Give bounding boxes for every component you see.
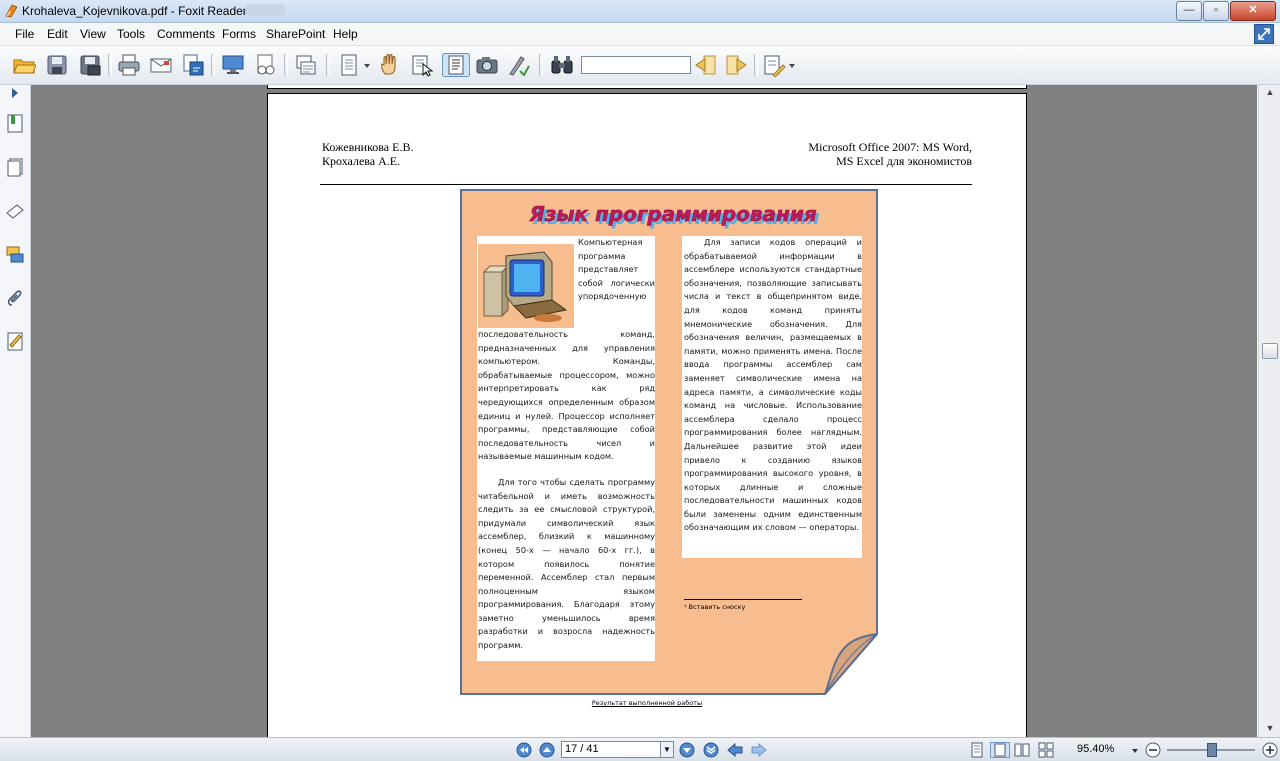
go-forward-icon[interactable] bbox=[751, 742, 767, 758]
figure-caption: Результат выполненной работы bbox=[591, 699, 703, 707]
menu-sharepoint[interactable]: SharePoint bbox=[266, 27, 325, 41]
menu-comments[interactable]: Comments bbox=[157, 27, 215, 41]
bookmarks-icon[interactable] bbox=[5, 113, 25, 133]
menu-view[interactable]: View bbox=[80, 27, 106, 41]
menu-forms[interactable]: Forms bbox=[222, 27, 256, 41]
toolbar-separator bbox=[326, 54, 330, 76]
continuous-facing-icon[interactable] bbox=[1038, 742, 1054, 758]
zoom-out-icon[interactable] bbox=[1145, 742, 1161, 758]
page-number-input[interactable]: 17 / 41 bbox=[561, 741, 665, 758]
find-input[interactable] bbox=[581, 56, 691, 74]
toolbar bbox=[0, 46, 1280, 85]
left-column-text: Компьютерная программа представляет собо… bbox=[478, 236, 655, 666]
minimize-button[interactable]: — bbox=[1176, 1, 1202, 21]
present-icon[interactable] bbox=[221, 53, 245, 77]
expand-icon[interactable] bbox=[1254, 24, 1274, 44]
save-as-icon[interactable] bbox=[78, 53, 102, 77]
book-title-line-1: Microsoft Office 2007: MS Word, bbox=[808, 140, 972, 154]
document-view[interactable]: Кожевникова Е.В. Крохалева А.Е. Microsof… bbox=[31, 85, 1257, 737]
zoom-in-icon[interactable] bbox=[1262, 742, 1278, 758]
typewriter-icon[interactable] bbox=[507, 53, 531, 77]
first-page-icon[interactable] bbox=[516, 742, 532, 758]
view-mode-icon[interactable] bbox=[337, 53, 361, 77]
book-title-line-2: MS Excel для экономистов bbox=[836, 154, 972, 168]
zoom-dropdown-icon[interactable] bbox=[1130, 742, 1140, 758]
comments-icon[interactable] bbox=[5, 245, 25, 265]
document-properties-icon[interactable] bbox=[253, 53, 277, 77]
chevron-down-icon[interactable] bbox=[787, 53, 797, 77]
author-1: Кожевникова Е.В. bbox=[322, 140, 414, 154]
scroll-down-icon[interactable]: ▼ bbox=[1263, 723, 1277, 735]
previous-page-edge bbox=[267, 85, 1027, 89]
page-header-book-title: Microsoft Office 2007: MS Word, MS Excel… bbox=[808, 140, 972, 168]
last-page-icon[interactable] bbox=[703, 742, 719, 758]
hand-tool-icon[interactable] bbox=[378, 53, 402, 77]
continuous-page-icon[interactable] bbox=[990, 742, 1010, 758]
find-icon[interactable] bbox=[550, 53, 574, 77]
author-2: Крохалева А.Е. bbox=[322, 154, 401, 168]
left-paragraph-2: Для того чтобы сделать программу читабел… bbox=[478, 476, 655, 651]
page-header-authors: Кожевникова Е.В. Крохалева А.Е. bbox=[322, 140, 413, 168]
menu-tools[interactable]: Tools bbox=[117, 27, 145, 41]
close-button[interactable]: ✕ bbox=[1230, 1, 1276, 21]
convert-icon[interactable] bbox=[181, 53, 205, 77]
layers-icon[interactable] bbox=[5, 201, 25, 221]
signatures-icon[interactable] bbox=[5, 331, 25, 351]
heading-text: Язык программирования bbox=[528, 202, 817, 226]
zoom-level[interactable]: 95.40% bbox=[1077, 743, 1114, 755]
computer-clipart bbox=[478, 244, 574, 328]
next-match-icon[interactable] bbox=[725, 53, 749, 77]
attachments-icon[interactable] bbox=[5, 288, 25, 308]
menu-edit[interactable]: Edit bbox=[47, 27, 68, 41]
scroll-up-icon[interactable]: ▲ bbox=[1263, 87, 1277, 99]
navigation-panel bbox=[0, 85, 31, 737]
highlight-icon[interactable] bbox=[762, 53, 786, 77]
footnote-rule bbox=[684, 599, 802, 600]
right-paragraph: Для записи кодов операций и обрабатываем… bbox=[684, 237, 862, 533]
toolbar-separator bbox=[539, 54, 543, 76]
window-title: Krohaleva_Kojevnikova.pdf - Foxit Reader bbox=[22, 4, 247, 18]
pages-thumbnail-icon[interactable] bbox=[5, 157, 25, 177]
previous-page-icon[interactable] bbox=[539, 742, 555, 758]
snapshot-icon[interactable] bbox=[475, 53, 499, 77]
select-text-icon[interactable] bbox=[410, 53, 434, 77]
zoom-slider-thumb[interactable] bbox=[1207, 743, 1217, 757]
vertical-scrollbar[interactable]: ▲ ▼ bbox=[1258, 85, 1280, 737]
title-ghost bbox=[245, 4, 285, 16]
open-icon[interactable] bbox=[12, 53, 36, 77]
save-icon[interactable] bbox=[45, 53, 69, 77]
menu-bar: File Edit View Tools Comments Forms Shar… bbox=[0, 23, 1280, 46]
status-bar: 17 / 41 ▼ 95.40% bbox=[0, 737, 1280, 761]
toolbar-separator bbox=[108, 54, 112, 76]
chevron-down-icon[interactable] bbox=[362, 53, 372, 77]
scroll-thumb[interactable] bbox=[1262, 343, 1278, 359]
toolbar-separator bbox=[754, 54, 758, 76]
footnote: ¹ Вставить сноску bbox=[684, 603, 746, 611]
title-bar: Krohaleva_Kojevnikova.pdf - Foxit Reader… bbox=[0, 0, 1280, 23]
menu-file[interactable]: File bbox=[15, 27, 34, 41]
wordart-heading: Язык программирования Язык программирова… bbox=[528, 202, 820, 229]
header-rule bbox=[320, 184, 972, 185]
email-icon[interactable] bbox=[149, 53, 173, 77]
single-page-icon[interactable] bbox=[969, 742, 985, 758]
facing-pages-icon[interactable] bbox=[1014, 742, 1030, 758]
maximize-button[interactable]: ▫ bbox=[1203, 1, 1229, 21]
text-select-icon[interactable] bbox=[442, 53, 470, 77]
pages-icon[interactable] bbox=[294, 53, 318, 77]
previous-match-icon[interactable] bbox=[693, 53, 717, 77]
go-back-icon[interactable] bbox=[727, 742, 743, 758]
toolbar-separator bbox=[211, 54, 215, 76]
next-page-icon[interactable] bbox=[679, 742, 695, 758]
print-icon[interactable] bbox=[117, 53, 141, 77]
foxit-app-icon bbox=[5, 4, 18, 18]
page-dropdown-icon[interactable]: ▼ bbox=[660, 741, 674, 758]
toolbar-separator bbox=[284, 54, 288, 76]
pdf-page: Кожевникова Е.В. Крохалева А.Е. Microsof… bbox=[267, 93, 1027, 737]
menu-help[interactable]: Help bbox=[333, 27, 358, 41]
right-column-text: Для записи кодов операций и обрабатываем… bbox=[684, 236, 862, 558]
expand-panel-icon[interactable] bbox=[5, 87, 25, 99]
